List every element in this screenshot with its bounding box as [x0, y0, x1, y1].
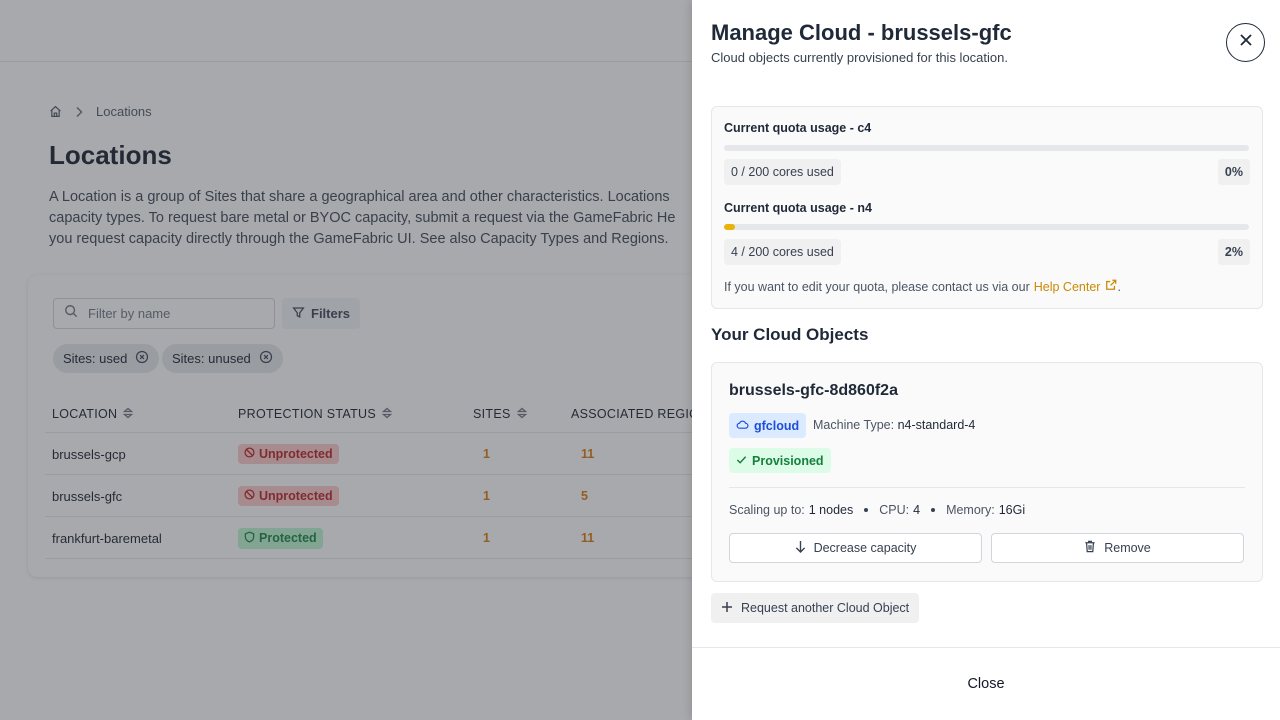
remove-button[interactable]: Remove: [991, 533, 1244, 563]
cloud-icon: [736, 419, 749, 433]
quota-percent-c4: 0%: [1217, 159, 1250, 185]
quota-note: If you want to edit your quota, please c…: [724, 279, 1121, 294]
close-button[interactable]: Close: [967, 676, 1004, 692]
memory-label: Memory:: [946, 503, 995, 517]
quota-usage-c4: 0 / 200 cores used: [724, 159, 841, 185]
decrease-capacity-label: Decrease capacity: [813, 541, 917, 555]
provisioned-badge: Provisioned: [729, 448, 831, 473]
quota-bar-n4: [724, 224, 1249, 230]
machine-type: Machine Type: n4-standard-4: [813, 418, 975, 432]
drawer-footer: Close: [692, 647, 1280, 720]
drawer-title: Manage Cloud - brussels-gfc: [711, 20, 1012, 45]
cpu-label: CPU:: [879, 503, 910, 517]
quota-card: Current quota usage - c4 0 / 200 cores u…: [711, 106, 1263, 309]
machine-type-label: Machine Type:: [813, 418, 895, 432]
separator-dot: [864, 508, 869, 512]
arrow-down-icon: [795, 540, 806, 556]
cloud-object-name: brussels-gfc-8d860f2a: [729, 382, 898, 399]
quota-bar-c4: [724, 145, 1249, 151]
provider-label: gfcloud: [754, 418, 800, 433]
help-center-link[interactable]: Help Center: [1034, 279, 1118, 294]
drawer-subtitle: Cloud objects currently provisioned for …: [711, 50, 1008, 65]
check-icon: [736, 454, 747, 468]
close-icon: [1239, 33, 1253, 52]
cpu-value: 4: [913, 503, 921, 517]
provisioned-label: Provisioned: [752, 453, 824, 468]
close-drawer-button[interactable]: [1226, 23, 1265, 62]
request-cloud-object-label: Request another Cloud Object: [741, 601, 910, 615]
remove-label: Remove: [1104, 541, 1151, 555]
decrease-capacity-button[interactable]: Decrease capacity: [729, 533, 982, 563]
quota-percent-n4: 2%: [1217, 239, 1250, 265]
help-center-label: Help Center: [1033, 279, 1101, 294]
request-cloud-object-button[interactable]: Request another Cloud Object: [711, 593, 920, 623]
memory-value: 16Gi: [998, 503, 1026, 517]
external-link-icon: [1105, 279, 1117, 294]
trash-icon: [1084, 540, 1096, 556]
scaling-value: 1 nodes: [808, 503, 854, 517]
quota-label-n4: Current quota usage - n4: [724, 201, 872, 215]
divider: [729, 487, 1245, 488]
quota-note-text: If you want to edit your quota, please c…: [724, 279, 1030, 294]
provider-badge: gfcloud: [729, 413, 807, 438]
section-title: Your Cloud Objects: [711, 325, 869, 344]
cloud-object-specs: Scaling up to: 1 nodes CPU: 4 Memory: 16…: [729, 503, 1025, 517]
quota-note-end: .: [1117, 279, 1121, 294]
quota-bar-fill: [724, 224, 735, 230]
separator-dot: [931, 508, 936, 512]
modal-backdrop[interactable]: [0, 0, 692, 720]
plus-icon: [721, 601, 733, 616]
scaling-label: Scaling up to:: [729, 503, 805, 517]
cloud-object-card: brussels-gfc-8d860f2a gfcloud Machine Ty…: [711, 362, 1263, 582]
quota-usage-n4: 4 / 200 cores used: [724, 239, 841, 265]
quota-label-c4: Current quota usage - c4: [724, 121, 872, 135]
machine-type-value: n4-standard-4: [897, 418, 976, 432]
manage-cloud-drawer: Manage Cloud - brussels-gfc Cloud object…: [692, 0, 1280, 720]
